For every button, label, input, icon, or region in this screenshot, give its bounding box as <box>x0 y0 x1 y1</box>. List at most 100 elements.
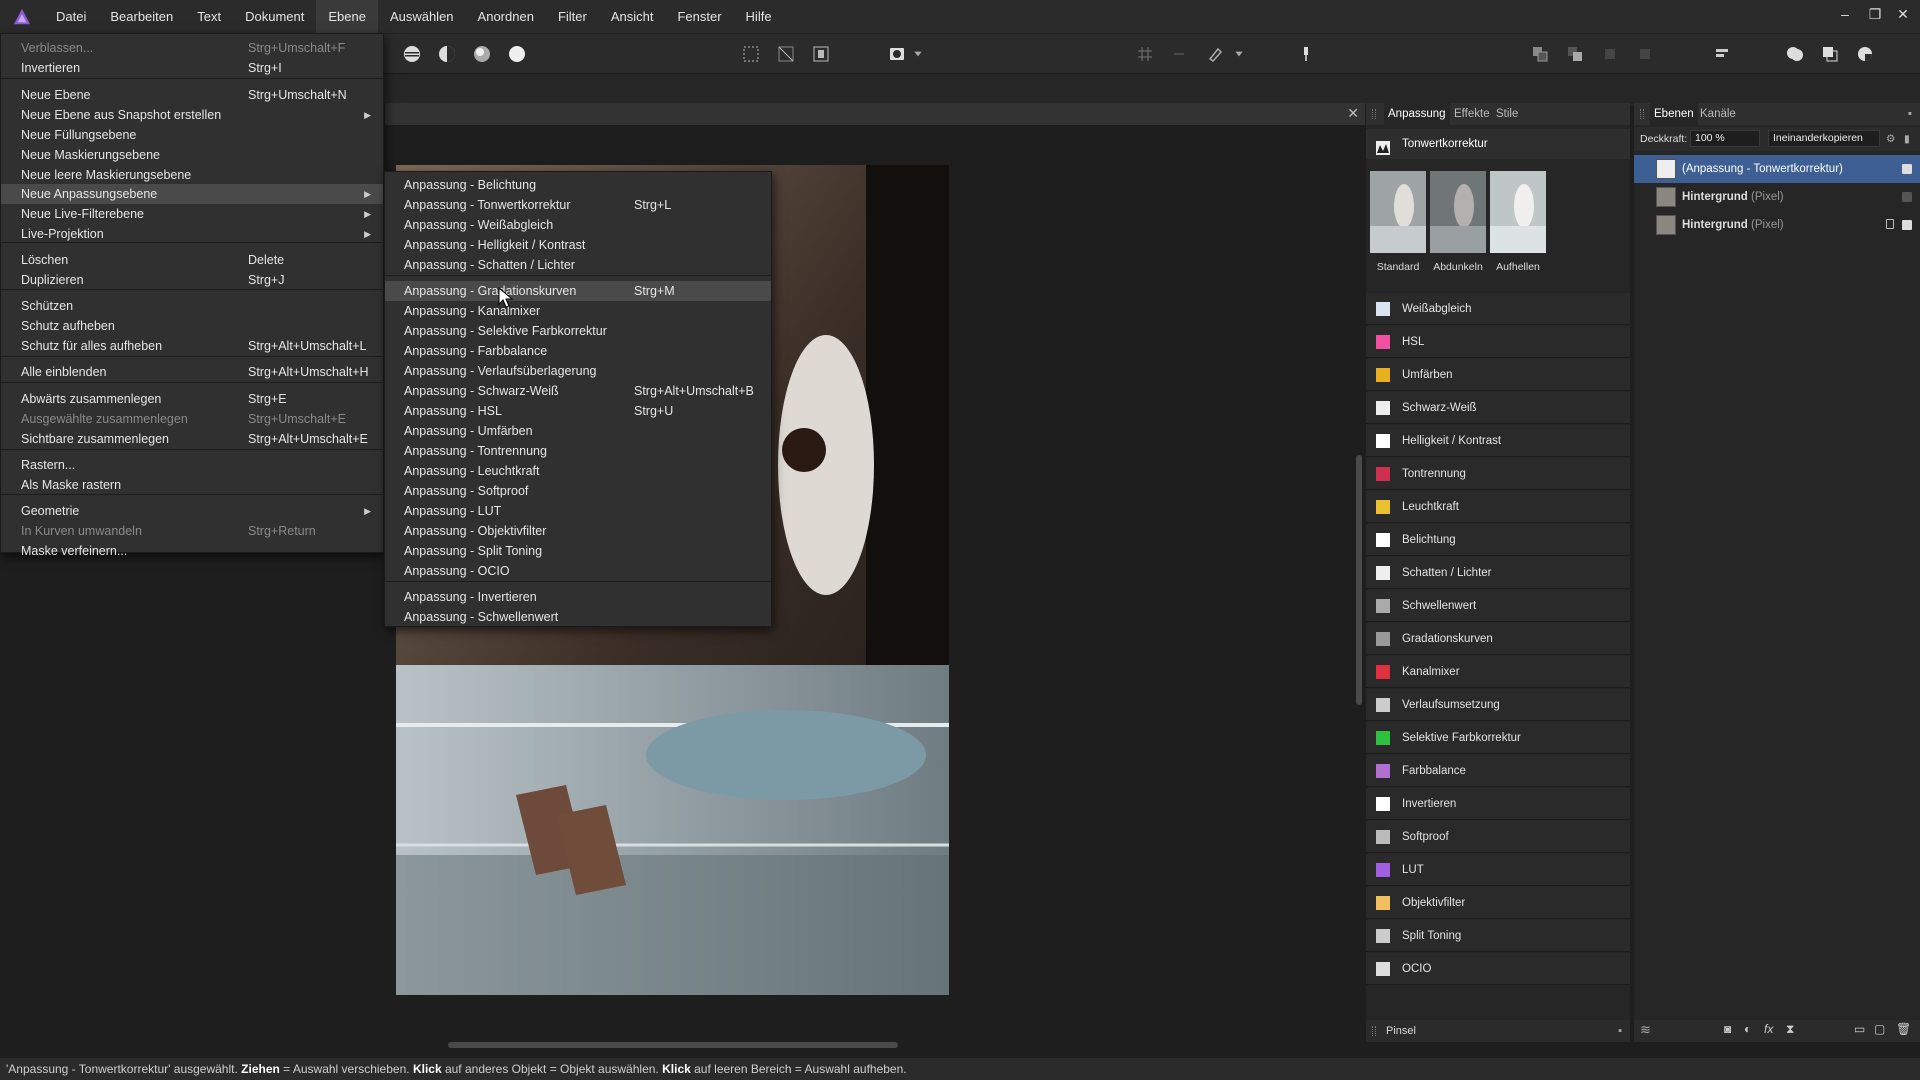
adjustment-item[interactable]: Umfärben <box>1366 359 1630 391</box>
submenu-item[interactable]: Anpassung - Tonwertkorrektur Strg+L <box>385 195 771 215</box>
menu-item[interactable]: Neue Ebene aus Snapshot erstellen ▶ <box>1 105 383 125</box>
layer-row[interactable]: Hintergrund (Pixel) <box>1634 183 1920 211</box>
mask-icon[interactable]: ◙ <box>1724 1022 1731 1036</box>
adjustment-item[interactable]: Tontrennung <box>1366 458 1630 490</box>
submenu-item[interactable]: Anpassung - Leuchtkraft <box>385 461 771 481</box>
submenu-item[interactable]: Anpassung - Tontrennung <box>385 441 771 461</box>
tab-anpassung[interactable]: Anpassung <box>1384 103 1450 125</box>
panel-menu-icon[interactable]: ▪ <box>1908 103 1912 125</box>
marquee-select-icon[interactable] <box>739 42 763 66</box>
menu-item[interactable]: In Kurven umwandeln Strg+Return <box>1 521 383 541</box>
menu-item[interactable]: Invertieren Strg+I <box>1 58 383 78</box>
submenu-item[interactable]: Anpassung - Schwellenwert <box>385 607 771 627</box>
snap-icon[interactable] <box>1167 42 1191 66</box>
boolean-subtract-icon[interactable] <box>1818 42 1842 66</box>
submenu-item[interactable]: Anpassung - Selektive Farbkorrektur <box>385 321 771 341</box>
menu-item[interactable]: Neue Ebene Strg+Umschalt+N <box>1 85 383 105</box>
menu-item[interactable]: Maske verfeinern... <box>1 541 383 561</box>
adjustment-item[interactable]: Invertieren <box>1366 788 1630 820</box>
adjustment-icon[interactable]: ◐ <box>1744 1022 1751 1036</box>
menu-datei[interactable]: Datei <box>44 0 98 33</box>
grid-icon[interactable] <box>1133 42 1157 66</box>
submenu-item[interactable]: Anpassung - Weißabgleich <box>385 215 771 235</box>
menu-bearbeiten[interactable]: Bearbeiten <box>98 0 185 33</box>
adjustment-item[interactable]: HSL <box>1366 326 1630 358</box>
minimize-icon[interactable]: – <box>1834 6 1856 26</box>
restore-icon[interactable]: ❐ <box>1864 6 1886 26</box>
panel-grip-icon[interactable] <box>1372 109 1376 119</box>
submenu-item[interactable]: Anpassung - HSL Strg+U <box>385 401 771 421</box>
submenu-item[interactable]: Anpassung - Belichtung <box>385 175 771 195</box>
tab-kanaele[interactable]: Kanäle <box>1696 103 1740 125</box>
blend-mode-select[interactable]: Ineinanderkopieren <box>1768 130 1880 147</box>
visibility-checkbox[interactable] <box>1902 192 1912 202</box>
submenu-item[interactable]: Anpassung - Farbbalance <box>385 341 771 361</box>
submenu-item[interactable]: Anpassung - Objektivfilter <box>385 521 771 541</box>
submenu-item[interactable]: Anpassung - Kanalmixer <box>385 301 771 321</box>
lock-icon[interactable] <box>1886 219 1894 229</box>
menu-item[interactable]: Neue Maskierungsebene <box>1 145 383 165</box>
horizontal-scrollbar[interactable] <box>0 1036 1365 1052</box>
folder-icon[interactable]: ▭ <box>1854 1022 1865 1036</box>
trash-icon[interactable]: 🗑 <box>1896 1022 1911 1036</box>
chevron-down-icon[interactable] <box>912 42 924 66</box>
menu-item[interactable]: Alle einblenden Strg+Alt+Umschalt+H <box>1 362 383 382</box>
opacity-field[interactable]: 100 % <box>1690 130 1760 147</box>
arrange-top-icon[interactable] <box>1633 42 1657 66</box>
submenu-item[interactable]: Anpassung - Umfärben <box>385 421 771 441</box>
scroll-thumb[interactable] <box>448 1042 898 1048</box>
adjustment-item[interactable]: Helligkeit / Kontrast <box>1366 425 1630 457</box>
layer-row[interactable]: (Anpassung - Tonwertkorrektur) <box>1634 155 1920 183</box>
tab-ebenen[interactable]: Ebenen <box>1650 103 1698 125</box>
menu-item[interactable]: Rastern... <box>1 455 383 475</box>
panel-grip-icon[interactable] <box>1640 109 1644 119</box>
adjustment-item[interactable]: Schatten / Lichter <box>1366 557 1630 589</box>
adjustment-item[interactable]: Verlaufsumsetzung <box>1366 689 1630 721</box>
adjustment-item[interactable]: Objektivfilter <box>1366 887 1630 919</box>
adjustment-item[interactable]: Softproof <box>1366 821 1630 853</box>
menu-dokument[interactable]: Dokument <box>233 0 316 33</box>
diagonal-select-icon[interactable] <box>774 42 798 66</box>
menu-item[interactable]: Verblassen... Strg+Umschalt+F <box>1 38 383 58</box>
arrange-front-icon[interactable] <box>1563 42 1587 66</box>
scroll-thumb[interactable] <box>1356 455 1362 705</box>
menu-item[interactable]: Neue Anpassungsebene ▶ <box>1 184 383 204</box>
menu-item[interactable]: Neue leere Maskierungsebene <box>1 165 383 185</box>
menu-item[interactable]: Löschen Delete <box>1 250 383 270</box>
tab-effekte[interactable]: Effekte <box>1450 103 1494 125</box>
menu-ansicht[interactable]: Ansicht <box>599 0 666 33</box>
menu-ebene[interactable]: Ebene <box>316 0 378 33</box>
white-circle-icon[interactable] <box>505 42 529 66</box>
close-window-icon[interactable]: ✕ <box>1892 6 1914 26</box>
menu-fenster[interactable]: Fenster <box>665 0 733 33</box>
lock-icon[interactable]: ▮ <box>1904 127 1910 151</box>
menu-item[interactable]: Schutz für alles aufheben Strg+Alt+Umscha… <box>1 336 383 356</box>
menu-item[interactable]: Ausgewählte zusammenlegen Strg+Umschalt+E <box>1 409 383 429</box>
preset-thumbnail[interactable] <box>1430 171 1486 253</box>
close-icon[interactable]: ✕ <box>1347 105 1359 122</box>
saturation-icon[interactable] <box>470 42 494 66</box>
submenu-item[interactable]: Anpassung - OCIO <box>385 561 771 581</box>
submenu-item[interactable]: Anpassung - LUT <box>385 501 771 521</box>
menu-text[interactable]: Text <box>185 0 233 33</box>
levels-icon[interactable] <box>400 42 424 66</box>
submenu-item[interactable]: Anpassung - Helligkeit / Kontrast <box>385 235 771 255</box>
boolean-add-icon[interactable] <box>1783 42 1807 66</box>
menu-item[interactable]: Neue Live-Filterebene ▶ <box>1 204 383 224</box>
submenu-item[interactable]: Anpassung - Split Toning <box>385 541 771 561</box>
adjustment-item[interactable]: Farbbalance <box>1366 755 1630 787</box>
adjustment-item[interactable]: OCIO <box>1366 953 1630 985</box>
gear-icon[interactable]: ⚙ <box>1886 127 1895 151</box>
adjustment-item[interactable]: Selektive Farbkorrektur <box>1366 722 1630 754</box>
adjustment-item[interactable]: LUT <box>1366 854 1630 886</box>
mask-select-icon[interactable] <box>809 42 833 66</box>
adjustment-item[interactable]: Split Toning <box>1366 920 1630 952</box>
submenu-item[interactable]: Anpassung - Invertieren <box>385 587 771 607</box>
fx-icon[interactable]: fx <box>1764 1022 1773 1036</box>
preset-thumbnail[interactable] <box>1490 171 1546 253</box>
menu-ausw-hlen[interactable]: Auswählen <box>378 0 466 33</box>
menu-item[interactable]: Sichtbare zusammenlegen Strg+Alt+Umschalt… <box>1 429 383 449</box>
chevron-down-icon[interactable] <box>1233 42 1245 66</box>
adjustment-item[interactable]: Weißabgleich <box>1366 293 1630 325</box>
visibility-checkbox[interactable] <box>1902 220 1912 230</box>
